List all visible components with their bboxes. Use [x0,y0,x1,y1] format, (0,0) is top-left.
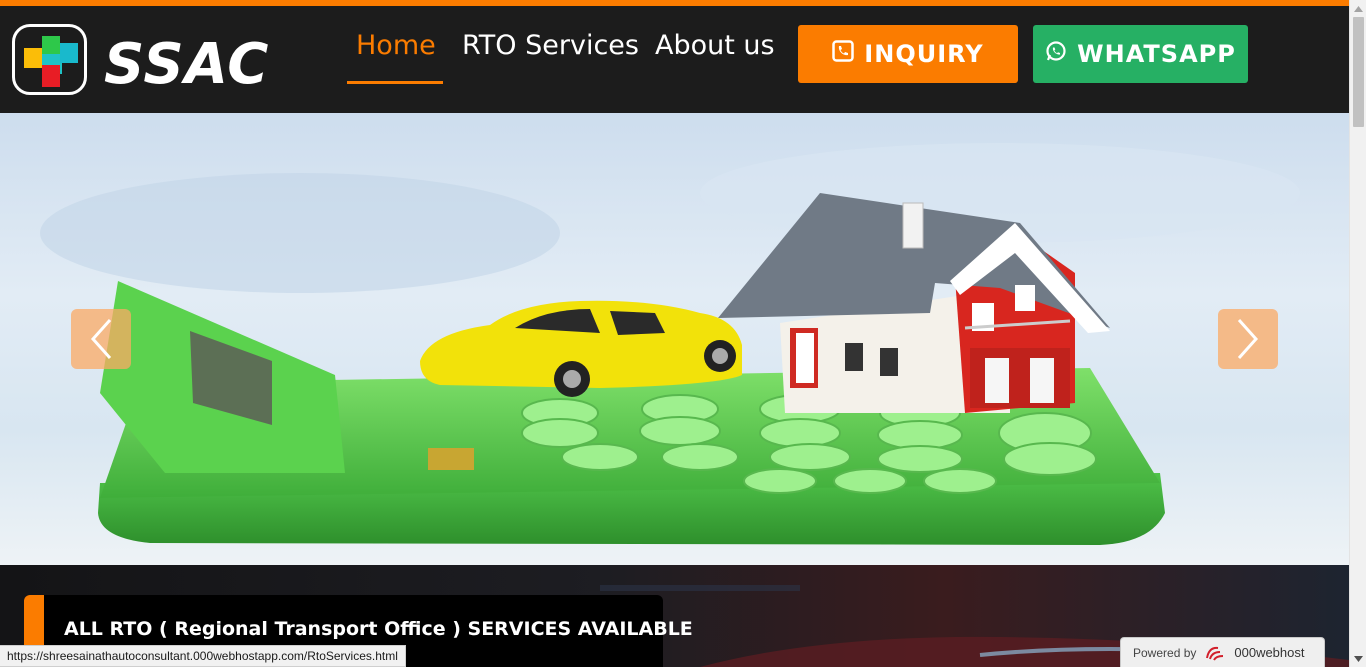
nav-home[interactable]: Home [356,30,436,61]
status-bar-url: https://shreesainathautoconsultant.000we… [0,645,406,667]
nav-active-underline [347,81,443,84]
logo-text[interactable]: SSAC [104,32,269,97]
inquiry-button[interactable]: INQUIRY [798,25,1018,83]
inquiry-label: INQUIRY [864,40,984,68]
banner-title: ALL RTO ( Regional Transport Office ) SE… [64,618,693,640]
vertical-scrollbar[interactable] [1349,0,1366,667]
hero-carousel [0,113,1349,565]
whatsapp-button[interactable]: WHATSAPP [1033,25,1248,83]
powered-by-label: Powered by [1133,645,1197,660]
scroll-down-arrow-icon[interactable] [1350,650,1366,667]
powered-by-badge[interactable]: Powered by 000webhost [1120,637,1325,667]
phone-icon [832,40,855,68]
nav-about-us[interactable]: About us [655,30,775,61]
site-header: SSAC Home RTO Services About us INQUIRY … [0,6,1349,113]
colored-blocks-logo-icon[interactable] [12,24,87,95]
hero-image [40,143,1300,545]
powered-by-brand: 000webhost [1234,645,1305,660]
chevron-right-icon [1237,318,1259,360]
carousel-prev-button[interactable] [71,309,131,369]
whatsapp-icon [1045,40,1067,68]
carousel-next-button[interactable] [1218,309,1278,369]
whatsapp-label: WHATSAPP [1077,40,1236,68]
000webhost-logo-icon [1206,646,1224,661]
scroll-up-arrow-icon[interactable] [1350,0,1366,17]
scrollbar-thumb[interactable] [1353,17,1364,127]
nav-rto-services[interactable]: RTO Services [462,30,639,61]
chevron-left-icon [90,318,112,360]
